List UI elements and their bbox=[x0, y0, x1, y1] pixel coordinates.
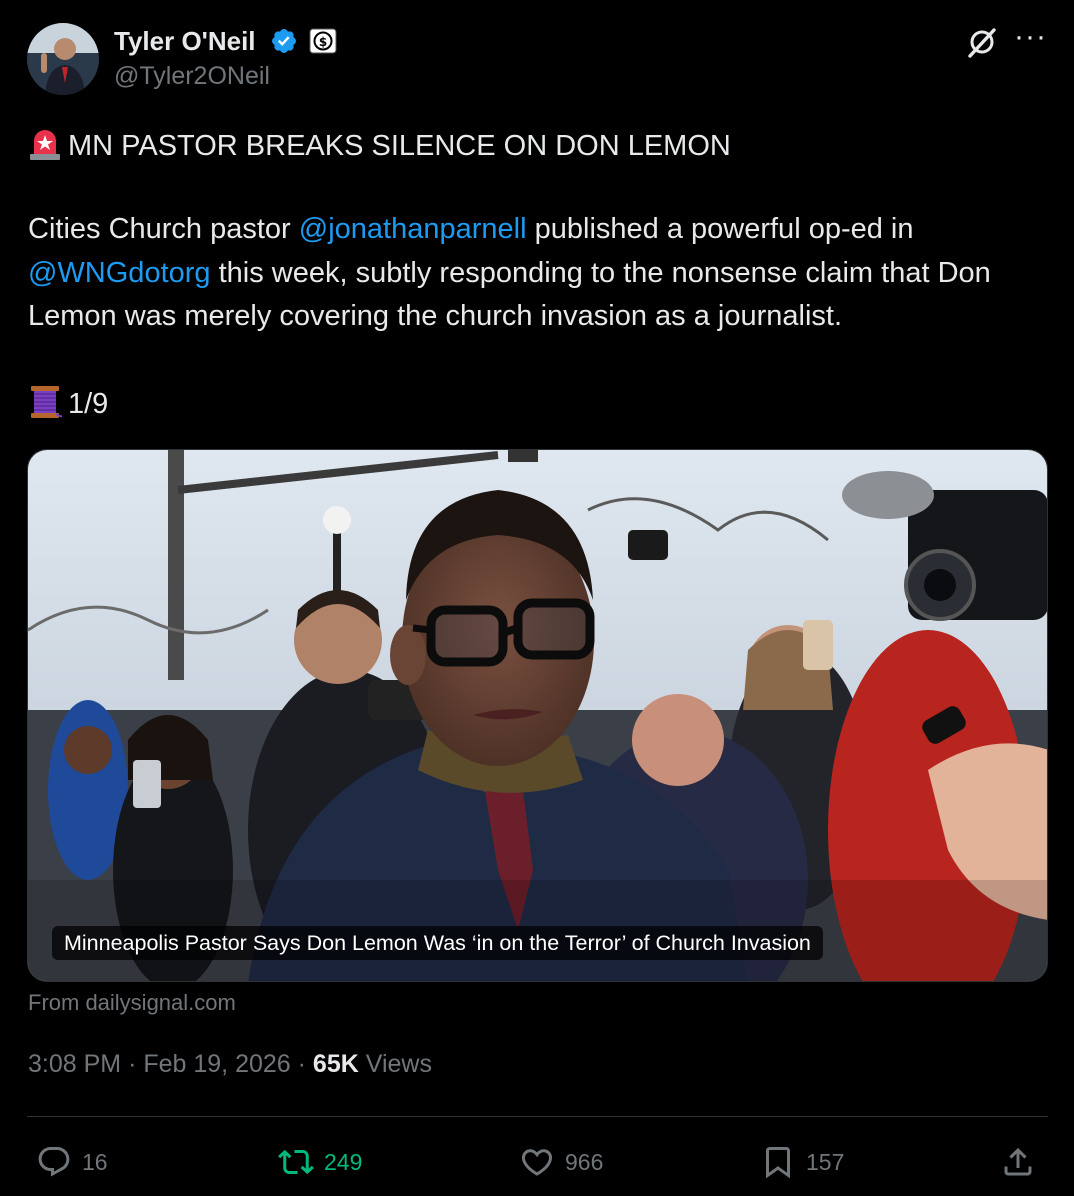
bookmark-count: 157 bbox=[806, 1148, 845, 1175]
meta-separator: · bbox=[128, 1050, 137, 1078]
headline-text: MN PASTOR BREAKS SILENCE ON DON LEMON bbox=[68, 130, 731, 162]
divider bbox=[27, 1116, 1048, 1117]
share-button[interactable] bbox=[1000, 1142, 1046, 1182]
like-count: 966 bbox=[565, 1148, 604, 1175]
siren-emoji-icon bbox=[28, 127, 62, 161]
more-icon[interactable]: ··· bbox=[1014, 22, 1047, 52]
views-label: Views bbox=[365, 1050, 432, 1078]
thread-counter: 1/9 bbox=[28, 384, 108, 424]
mention-link-wngdotorg[interactable]: @WNGdotorg bbox=[28, 257, 211, 289]
repost-button[interactable]: 249 bbox=[278, 1142, 362, 1182]
svg-text:$: $ bbox=[319, 35, 327, 49]
body-text-1: Cities Church pastor bbox=[28, 213, 299, 245]
thread-counter-text: 1/9 bbox=[68, 388, 109, 420]
grok-icon[interactable] bbox=[964, 24, 1000, 60]
post-body: Cities Church pastor @jonathanparnell pu… bbox=[28, 208, 1048, 339]
like-icon bbox=[521, 1149, 553, 1176]
post-time[interactable]: 3:08 PM bbox=[28, 1050, 121, 1078]
share-icon bbox=[1004, 1147, 1032, 1176]
link-card-source[interactable]: From dailysignal.com bbox=[28, 990, 236, 1016]
author-name[interactable]: Tyler O'Neil bbox=[114, 26, 256, 57]
author-handle[interactable]: @Tyler2ONeil bbox=[114, 62, 270, 91]
reply-icon bbox=[38, 1147, 70, 1177]
meta-separator: · bbox=[297, 1050, 306, 1078]
bookmark-icon bbox=[766, 1147, 790, 1179]
bookmark-button[interactable]: 157 bbox=[760, 1142, 844, 1182]
verified-badge-icon bbox=[270, 27, 298, 55]
post-headline: MN PASTOR BREAKS SILENCE ON DON LEMON bbox=[28, 127, 731, 164]
link-card-caption[interactable]: Minneapolis Pastor Says Don Lemon Was ‘i… bbox=[52, 926, 823, 960]
like-button[interactable]: 966 bbox=[519, 1142, 603, 1182]
reply-count: 16 bbox=[82, 1148, 108, 1175]
body-text-2: published a powerful op-ed in bbox=[526, 213, 914, 245]
thread-spool-emoji-icon bbox=[28, 384, 63, 420]
avatar[interactable] bbox=[27, 23, 99, 95]
post-meta: 3:08 PM · Feb 19, 2026 · 65K Views bbox=[28, 1050, 432, 1079]
repost-count: 249 bbox=[324, 1148, 363, 1175]
mention-link-jonathanparnell[interactable]: @jonathanparnell bbox=[299, 213, 527, 245]
post-date[interactable]: Feb 19, 2026 bbox=[143, 1050, 290, 1078]
reply-button[interactable]: 16 bbox=[36, 1142, 108, 1182]
affiliate-badge-icon[interactable]: $ bbox=[309, 28, 337, 54]
link-card-image[interactable] bbox=[27, 449, 1048, 982]
repost-icon bbox=[278, 1149, 314, 1175]
views-count: 65K bbox=[312, 1050, 359, 1078]
